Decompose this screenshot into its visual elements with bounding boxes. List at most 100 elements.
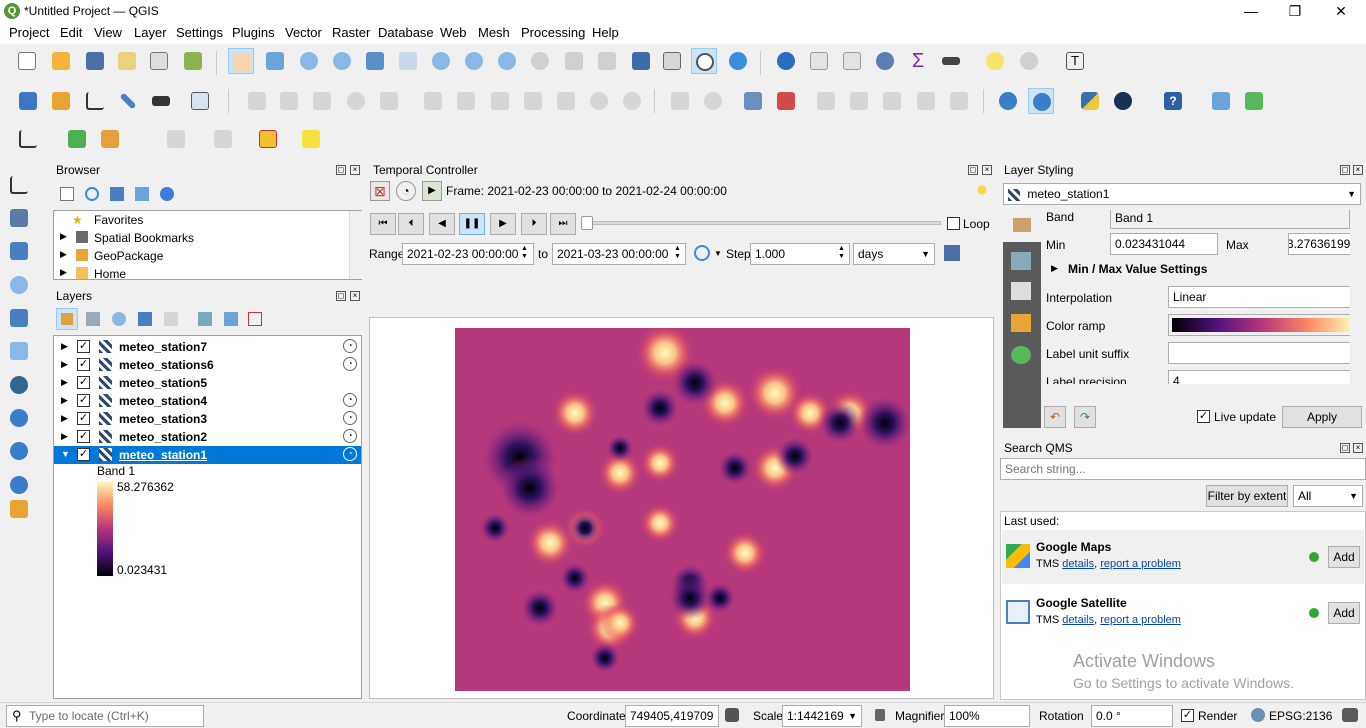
diagram-tool-button[interactable]: [700, 88, 726, 114]
dropdown-arrow-icon[interactable]: ▼: [714, 249, 722, 258]
time-slider-handle[interactable]: [581, 216, 593, 230]
add-virtual-layer-button[interactable]: [6, 338, 32, 364]
field-calculator-button[interactable]: [839, 48, 865, 74]
layer-visibility-checkbox[interactable]: ✓: [77, 340, 90, 353]
color-ramp-button[interactable]: [1168, 314, 1350, 336]
details-link[interactable]: details: [1062, 614, 1094, 626]
show-bookmarks-button[interactable]: [659, 48, 685, 74]
skip-to-end-button[interactable]: ⏭: [550, 213, 576, 235]
add-vector-layer-button[interactable]: [6, 172, 32, 198]
temporal-controller-button[interactable]: [691, 48, 717, 74]
range-end-field[interactable]: 2021-03-23 00:00:00: [552, 243, 686, 265]
layer-name[interactable]: meteo_station2: [119, 430, 207, 444]
close-button[interactable]: ✕: [1318, 0, 1364, 22]
browser-item-favorites[interactable]: Favorites: [94, 213, 143, 231]
label-options-button[interactable]: [773, 88, 799, 114]
zoom-native-button[interactable]: [461, 48, 487, 74]
label-unit-suffix-field[interactable]: [1168, 342, 1350, 364]
highlight-labels-button[interactable]: [846, 88, 872, 114]
close-panel-icon[interactable]: ×: [1353, 443, 1363, 453]
scale-field[interactable]: 1:1442169 ▼: [782, 705, 862, 727]
layer-visibility-checkbox[interactable]: ✓: [77, 394, 90, 407]
expand-arrow-icon[interactable]: ▶: [61, 431, 68, 442]
qms-search-input[interactable]: [1000, 458, 1366, 480]
expand-arrow-icon[interactable]: ▶: [61, 359, 68, 370]
select-features-button[interactable]: [163, 126, 189, 152]
float-panel-icon[interactable]: ◻: [1340, 165, 1350, 175]
float-panel-icon[interactable]: ◻: [1340, 443, 1350, 453]
loop-checkbox[interactable]: [947, 217, 960, 230]
float-panel-icon[interactable]: ◻: [336, 165, 346, 175]
messages-icon[interactable]: [1342, 708, 1358, 722]
layer-select[interactable]: meteo_station1 ▼: [1003, 183, 1361, 205]
rendering-tab-icon[interactable]: [1011, 314, 1031, 332]
float-panel-icon[interactable]: ◻: [968, 165, 978, 175]
styling-scrollbar[interactable]: [1350, 210, 1364, 384]
identify-button[interactable]: [773, 48, 799, 74]
properties-info-icon[interactable]: [160, 187, 174, 201]
select-value-button[interactable]: [210, 126, 236, 152]
export-animation-icon[interactable]: [944, 245, 960, 261]
change-label-button[interactable]: [946, 88, 972, 114]
coordinate-field[interactable]: 749405,419709: [625, 705, 719, 727]
layer-visibility-checkbox[interactable]: ✓: [77, 412, 90, 425]
expand-arrow-icon[interactable]: ▶: [61, 395, 68, 406]
layer-name[interactable]: meteo_stations6: [119, 358, 214, 372]
layer-labeling-button[interactable]: [740, 88, 766, 114]
expand-arrow-icon[interactable]: ▶: [61, 341, 68, 352]
layer-name[interactable]: meteo_station4: [119, 394, 207, 408]
refresh-button[interactable]: [725, 48, 751, 74]
undo-style-button[interactable]: ↶: [1044, 406, 1066, 428]
add-wfs-layer-button[interactable]: [6, 438, 32, 464]
float-panel-icon[interactable]: ◻: [336, 291, 346, 301]
spin-arrows-icon[interactable]: ▲ ▼: [674, 245, 681, 261]
expand-arrow-icon[interactable]: ▶: [61, 377, 68, 388]
locator-input[interactable]: ⚲ Type to locate (Ctrl+K): [6, 705, 204, 727]
collapse-all-icon[interactable]: [224, 312, 238, 326]
zoom-full-button[interactable]: [362, 48, 388, 74]
refresh-browser-icon[interactable]: [85, 187, 99, 201]
fixed-range-clock-button[interactable]: ◔: [396, 181, 416, 201]
report-problem-link[interactable]: report a problem: [1100, 558, 1181, 570]
layer-visibility-checkbox[interactable]: ✓: [77, 430, 90, 443]
spin-arrows-icon[interactable]: ▲ ▼: [838, 245, 845, 261]
digitize-button[interactable]: [115, 88, 141, 114]
layout-manager-button[interactable]: [146, 48, 172, 74]
expand-arrow-icon[interactable]: ▶: [60, 231, 67, 249]
profile-tool-button[interactable]: [15, 126, 41, 152]
filter-legend-icon[interactable]: [138, 312, 152, 326]
browser-item-geopackage[interactable]: GeoPackage: [94, 249, 163, 267]
expand-arrow-icon[interactable]: ▶: [60, 267, 67, 285]
new-project-button[interactable]: [14, 48, 40, 74]
deselect-button[interactable]: [255, 126, 281, 152]
new-bookmark-button[interactable]: [628, 48, 654, 74]
style-manager-button[interactable]: [180, 48, 206, 74]
expand-arrow-icon[interactable]: ▶: [60, 249, 67, 267]
navigation-off-button[interactable]: ⊠: [370, 181, 390, 201]
new-geopackage-button[interactable]: [48, 88, 74, 114]
expand-all-icon[interactable]: [198, 312, 212, 326]
toggle-extents-icon[interactable]: [725, 708, 739, 722]
text-annotation-button[interactable]: T: [1062, 48, 1088, 74]
menu-database[interactable]: Database: [378, 25, 434, 40]
zoom-next-button[interactable]: [527, 48, 553, 74]
new-3d-view-button[interactable]: [594, 48, 620, 74]
crs-button[interactable]: EPSG:2136: [1269, 709, 1332, 723]
pause-button[interactable]: ❚❚: [459, 213, 485, 235]
animated-nav-button[interactable]: ▶: [422, 181, 442, 201]
layer-name[interactable]: meteo_station5: [119, 376, 207, 390]
step-unit-select[interactable]: days ▼: [853, 243, 935, 265]
menu-project[interactable]: Project: [9, 25, 49, 40]
time-slider-track[interactable]: [585, 221, 941, 225]
symbology-tab[interactable]: [1003, 210, 1041, 242]
step-value-field[interactable]: 1.000: [750, 243, 850, 265]
current-edits-button[interactable]: [309, 88, 335, 114]
next-frame-button[interactable]: ⏵: [521, 213, 547, 235]
max-field[interactable]: 3.276361999: [1288, 233, 1350, 255]
manage-visibility-icon[interactable]: [112, 312, 126, 326]
menu-vector[interactable]: Vector: [285, 25, 322, 40]
pan-map-button[interactable]: [228, 48, 254, 74]
paste-features-button[interactable]: [553, 88, 579, 114]
layer-row[interactable]: ▶ ✓ meteo_station3 ◔: [54, 410, 361, 428]
undo-button[interactable]: [586, 88, 612, 114]
